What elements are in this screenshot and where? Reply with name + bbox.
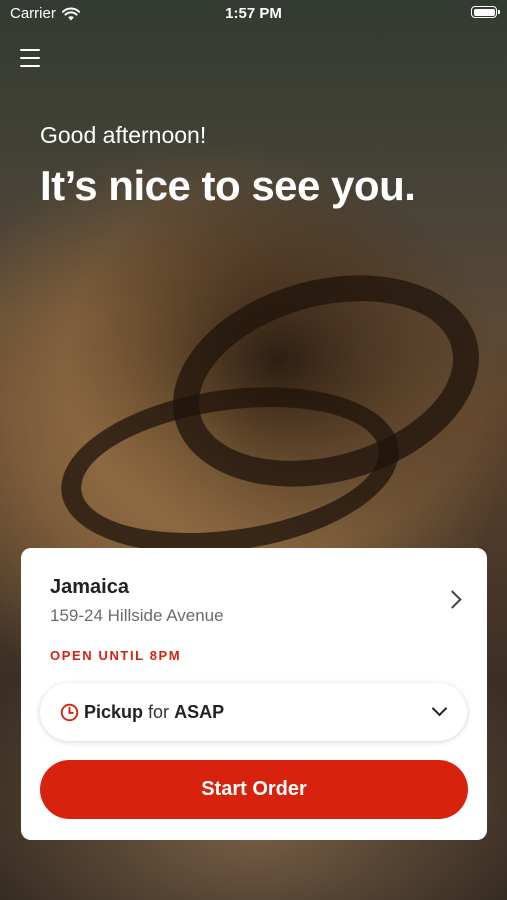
location-name: Jamaica [50,576,129,598]
status-time: 1:57 PM [225,5,282,22]
location-selector[interactable]: Jamaica 159-24 Hillside Avenue [21,548,487,640]
clock-icon [60,703,79,722]
start-order-button[interactable]: Start Order [40,760,468,819]
status-bar: Carrier 1:57 PM [0,0,507,30]
chevron-down-icon [431,700,448,717]
greeting-text: Good afternoon! [40,122,207,148]
order-time-value: ASAP [174,702,225,722]
location-card: Jamaica 159-24 Hillside Avenue OPEN UNTI… [21,548,487,840]
hamburger-menu-icon[interactable] [20,49,40,67]
order-type-text: Pickup for ASAP [84,702,224,723]
battery-icon [471,6,500,18]
chevron-right-icon [443,590,462,609]
headline-text: It’s nice to see you. [40,162,416,209]
order-type-value: Pickup [84,702,144,722]
location-address: 159-24 Hillside Avenue [50,606,224,625]
open-status-label: OPEN UNTIL 8PM [50,648,182,663]
order-for-word: for [148,702,170,722]
order-type-dropdown[interactable]: Pickup for ASAP [40,683,467,741]
